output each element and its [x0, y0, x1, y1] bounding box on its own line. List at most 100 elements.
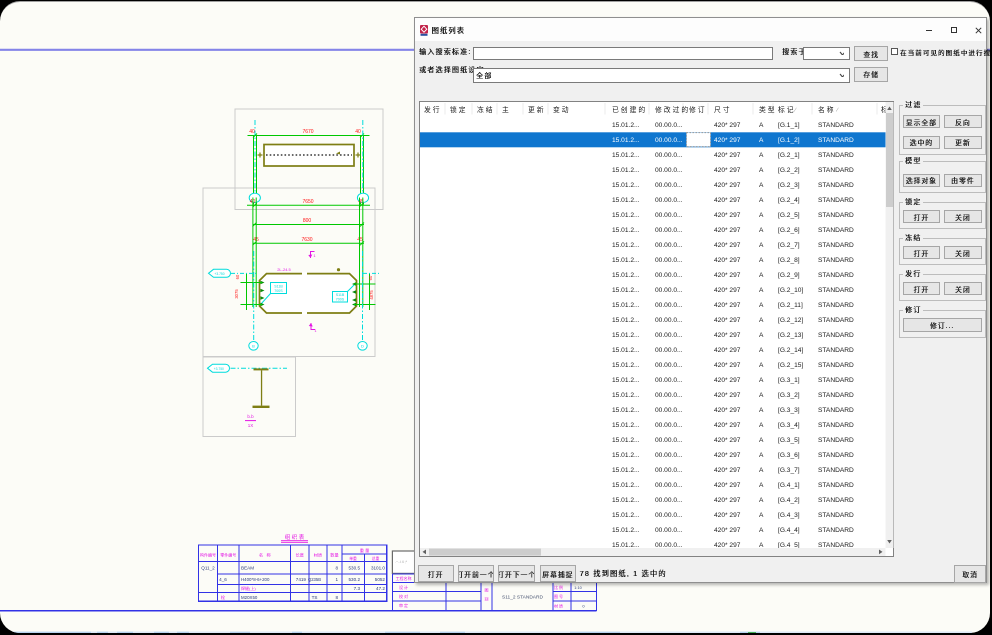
svg-text:M20X50: M20X50: [241, 595, 258, 600]
svg-text:TS: TS: [312, 595, 318, 600]
svg-text:设 计: 设 计: [399, 584, 408, 590]
svg-text:3075: 3075: [234, 289, 239, 299]
svg-text:00.00.0...: 00.00.0...: [655, 332, 683, 339]
svg-text:800: 800: [303, 218, 312, 224]
svg-text:5052: 5052: [375, 577, 386, 582]
svg-text:420* 297: 420* 297: [714, 227, 741, 234]
svg-text:420* 297: 420* 297: [714, 347, 741, 354]
svg-text:STANDARD: STANDARD: [818, 347, 854, 354]
svg-text:比 例: 比 例: [554, 584, 563, 590]
svg-text:420* 297: 420* 297: [714, 437, 741, 444]
svg-text:A: A: [759, 212, 764, 219]
svg-text:1:10: 1:10: [574, 586, 581, 590]
svg-text:A: A: [759, 497, 764, 504]
svg-text:00.00.0...: 00.00.0...: [655, 122, 683, 129]
svg-text:别: 别: [485, 596, 489, 602]
svg-text:+3.750: +3.750: [214, 367, 224, 371]
svg-text:[G.2_11]: [G.2_11]: [778, 302, 803, 309]
svg-text:2L-24.5: 2L-24.5: [277, 267, 291, 272]
svg-text:15.01.2...: 15.01.2...: [612, 137, 640, 144]
svg-text:00.00.0...: 00.00.0...: [655, 242, 683, 249]
svg-text:冻结: 冻结: [477, 105, 495, 114]
svg-text:15.01.2...: 15.01.2...: [612, 437, 640, 444]
svg-text:数量: 数量: [330, 552, 338, 559]
svg-text:00.00.0...: 00.00.0...: [655, 197, 683, 204]
svg-text:A: A: [759, 137, 764, 144]
svg-text:A: A: [759, 392, 764, 399]
svg-text:B: B: [252, 344, 255, 349]
svg-text:[G.3_4]: [G.3_4]: [778, 422, 800, 429]
svg-text:STANDARD: STANDARD: [818, 377, 854, 384]
svg-text:700S: 700S: [336, 298, 345, 302]
svg-text:7630: 7630: [301, 237, 312, 243]
svg-text:420* 297: 420* 297: [714, 392, 741, 399]
svg-text:00.00.0...: 00.00.0...: [655, 257, 683, 264]
svg-text:[G.2_13]: [G.2_13]: [778, 332, 803, 339]
svg-text:15.01.2...: 15.01.2...: [612, 332, 640, 339]
svg-text:A: A: [759, 122, 764, 129]
svg-text:7670: 7670: [302, 129, 313, 135]
svg-text:STANDARD: STANDARD: [818, 317, 854, 324]
svg-text:00.00.0...: 00.00.0...: [655, 152, 683, 159]
svg-text:40: 40: [355, 129, 361, 135]
svg-text:00.00.0...: 00.00.0...: [655, 287, 683, 294]
svg-text:[G.4_2]: [G.4_2]: [778, 497, 800, 504]
svg-text:420* 297: 420* 297: [714, 467, 741, 474]
svg-text:STANDARD: STANDARD: [818, 152, 854, 159]
svg-text:变动: 变动: [553, 105, 571, 114]
svg-text:45: 45: [357, 237, 363, 243]
svg-text:420* 297: 420* 297: [714, 407, 741, 414]
svg-text:7419: 7419: [296, 577, 307, 582]
svg-text:A: A: [759, 272, 764, 279]
svg-text:00.00.0...: 00.00.0...: [655, 527, 683, 534]
svg-text:[G.2_9]: [G.2_9]: [778, 272, 800, 279]
svg-text:3101.0: 3101.0: [371, 566, 385, 571]
svg-text:420* 297: 420* 297: [714, 482, 741, 489]
svg-text:H400*8-6+200: H400*8-6+200: [241, 577, 270, 582]
svg-text:[G.2_4]: [G.2_4]: [778, 197, 800, 204]
svg-text:00.00.0...: 00.00.0...: [655, 377, 683, 384]
svg-text:A: A: [759, 437, 764, 444]
svg-text:[G.3_2]: [G.3_2]: [778, 392, 800, 399]
svg-text:1: 1: [335, 577, 338, 582]
svg-text:15.01.2...: 15.01.2...: [612, 377, 640, 384]
svg-text:15.01.2...: 15.01.2...: [612, 467, 640, 474]
svg-text:4_6: 4_6: [219, 577, 227, 582]
svg-text:00.00.0...: 00.00.0...: [655, 347, 683, 354]
svg-text:420* 297: 420* 297: [714, 287, 741, 294]
svg-text:修改过的: 修改过的: [655, 105, 690, 114]
svg-text:b.b: b.b: [247, 414, 254, 419]
svg-text:A: A: [759, 467, 764, 474]
svg-text:STANDARD: STANDARD: [818, 167, 854, 174]
svg-text:15.01.2...: 15.01.2...: [612, 317, 640, 324]
svg-text:材质: 材质: [314, 552, 322, 559]
svg-text:[G.1_2]: [G.1_2]: [778, 137, 800, 144]
svg-text:420* 297: 420* 297: [714, 452, 741, 459]
svg-text:[G.2_5]: [G.2_5]: [778, 212, 800, 219]
svg-text:A: A: [759, 257, 764, 264]
svg-text:[G.2_8]: [G.2_8]: [778, 257, 800, 264]
svg-text:STANDARD: STANDARD: [818, 437, 854, 444]
svg-text:700S: 700S: [274, 289, 283, 293]
svg-text:15.01.2...: 15.01.2...: [612, 482, 640, 489]
svg-text:构件编号: 构件编号: [200, 552, 216, 558]
svg-text:STANDARD: STANDARD: [818, 422, 854, 429]
svg-text:A: A: [759, 452, 764, 459]
svg-text:420* 297: 420* 297: [714, 317, 741, 324]
svg-text:A: A: [759, 512, 764, 519]
svg-text:A: A: [759, 347, 764, 354]
svg-text:00.00.0...: 00.00.0...: [655, 317, 683, 324]
svg-text:15.01.2...: 15.01.2...: [612, 497, 640, 504]
svg-text:8: 8: [335, 595, 338, 600]
svg-text:15.01.2...: 15.01.2...: [612, 212, 640, 219]
svg-text:STANDARD: STANDARD: [818, 392, 854, 399]
svg-text:15.01.2...: 15.01.2...: [612, 272, 640, 279]
svg-text:.~..i 4 ;*: .~..i 4 ;*: [395, 560, 408, 564]
svg-text:[G.3_7]: [G.3_7]: [778, 467, 800, 474]
svg-text:[G.3_1]: [G.3_1]: [778, 377, 800, 384]
svg-text:总重: 总重: [372, 556, 380, 561]
svg-text:STANDARD: STANDARD: [818, 467, 854, 474]
svg-text:[G.2_14]: [G.2_14]: [778, 347, 803, 354]
svg-text:标记: 标记: [778, 105, 796, 114]
svg-text:00.00.0...: 00.00.0...: [655, 392, 683, 399]
